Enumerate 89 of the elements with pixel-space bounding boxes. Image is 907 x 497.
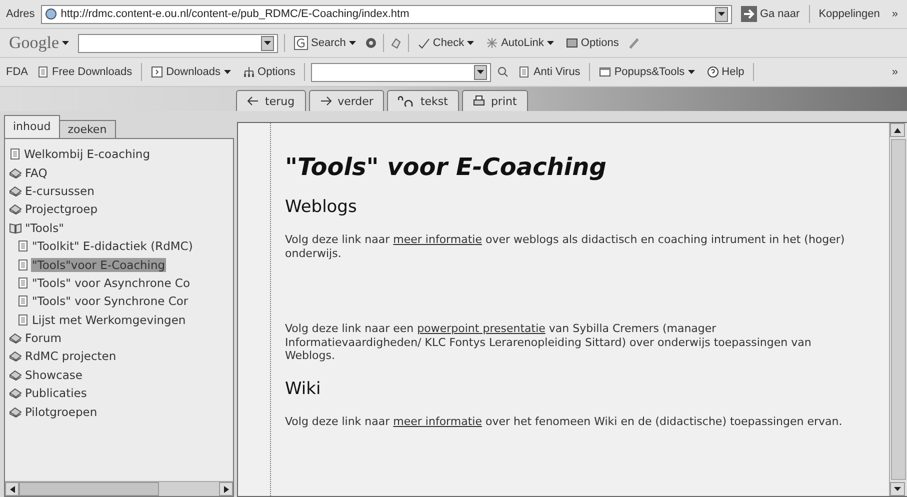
page-icon [17,276,29,289]
link[interactable]: meer informatie [393,233,482,246]
more-button[interactable]: » [888,64,901,80]
tree-item[interactable]: Showcase [24,368,84,382]
page-title: "Tools" voor E-Coaching [285,153,608,181]
caret-icon [477,70,484,74]
caret-icon [467,40,474,46]
tree-item[interactable]: "Tools"voor E-Coaching [31,258,166,272]
right-arrow-icon [740,6,757,22]
paragraph: Volg deze link naar meer informatie over weblogs als didactisch en coaching intrument in het (hoger) onderwijs. [285,233,846,260]
caret-icon [224,70,231,74]
caret-icon [62,40,70,46]
nav-button[interactable]: verder [308,90,384,111]
help-button[interactable]: Help [704,64,748,80]
paragraph: Volg deze link naar een powerpoint presentatie van Sybilla Cremers (manager Informatievaardigheden/ KLC Fontys Lerarenopleiding Sittard) over onderwijs toepassingen van Weblogs. [285,322,812,362]
check-button[interactable]: Check [414,35,478,51]
tree-item[interactable]: Publicaties [24,386,88,400]
panel-tab[interactable]: zoeken [58,120,116,139]
window-icon [599,66,612,78]
page-icon [37,66,49,78]
help-icon [706,66,719,78]
vertical-scrollbar[interactable] [889,123,907,496]
section-heading: Wiki [285,378,322,398]
printer-icon [472,95,485,107]
search-button[interactable]: Search [291,34,359,52]
caret-icon [348,40,356,46]
caret-icon [264,40,272,46]
left-arrow-icon [247,95,259,107]
caret-icon [718,12,725,16]
options-icon [566,37,578,49]
caret-icon [894,486,901,492]
tree-item[interactable]: Pilotgroepen [24,404,98,419]
right-arrow-icon [224,486,228,492]
tree-item[interactable]: FAQ [24,166,48,180]
toolbar-search-field[interactable] [311,62,492,82]
nav-button[interactable]: print [462,90,528,111]
network-icon [242,66,255,78]
options-button[interactable]: Options [562,35,622,51]
nav-button[interactable]: tekst [387,90,459,111]
links-button[interactable]: Koppelingen [816,6,883,22]
more-button[interactable]: » [888,6,901,22]
tree-item[interactable]: Forum [24,331,62,346]
url-text: http://rdmc.content-e.ou.nl/content-e/pub_RDMC/E-Coaching/index.htm [60,8,410,20]
sparkle-icon [486,37,498,49]
search-icon [497,66,510,78]
spellcheck-icon [418,37,430,49]
tree-item[interactable]: RdMC projecten [24,349,118,364]
page-icon [17,314,29,326]
address-label: Adres [6,8,35,20]
page-icon [17,258,29,271]
toolbar-button[interactable]: Options [240,64,298,80]
page-icon [518,66,530,78]
pencil-icon [628,37,640,49]
left-arrow-icon [10,486,14,492]
toolbar-button[interactable]: Free Downloads [34,64,136,80]
page-icon [17,295,29,308]
up-arrow-icon [894,128,901,132]
go-button[interactable]: Ga naar [738,4,803,24]
tree-item[interactable]: "Toolkit" E-didactiek (RdMC) [31,239,194,254]
tree-item[interactable]: "Tools" [24,220,65,235]
toolbar-label: FDA [6,66,28,78]
google-menu[interactable]: Google [6,31,72,55]
popups-tools-button[interactable]: Popups&Tools [596,64,698,80]
tree-item[interactable]: Projectgroep [24,202,99,216]
paragraph: Volg deze link naar meer informatie over het fenomeen Wiki en de (didactische) toepassingen ervan. [285,414,844,428]
page-icon [9,148,21,160]
nav-button[interactable]: terug [236,90,306,111]
globe-icon [44,8,57,20]
page-icon [17,240,29,252]
address-field[interactable]: http://rdmc.content-e.ou.nl/content-e/pub_RDMC/E-Coaching/index.htm [40,4,732,24]
tree-item[interactable]: E-cursussen [24,184,96,198]
tree-item[interactable]: Lijst met Werkomgevingen [31,312,187,327]
google-search-field[interactable] [78,34,278,52]
autolink-button[interactable]: AutoLink [483,35,557,51]
toolbar-button[interactable]: Downloads [148,64,234,80]
tree-item[interactable]: Welkombij E-coaching [23,147,152,162]
link[interactable]: powerpoint presentatie [417,322,546,335]
horizontal-scrollbar[interactable] [5,481,233,496]
google-g-icon [294,36,308,50]
link[interactable]: meer informatie [393,414,482,428]
caret-icon [688,70,695,74]
section-heading: Weblogs [285,197,358,217]
caret-icon [546,40,554,46]
tree-item[interactable]: "Tools" voor Synchrone Cor [31,294,190,308]
antivirus-button[interactable]: Anti Virus [515,64,584,80]
tree-item[interactable]: "Tools" voor Asynchrone Co [31,276,191,290]
panel-tab[interactable]: inhoud [4,115,60,139]
document-icon [151,66,164,78]
right-arrow-icon [320,95,332,107]
